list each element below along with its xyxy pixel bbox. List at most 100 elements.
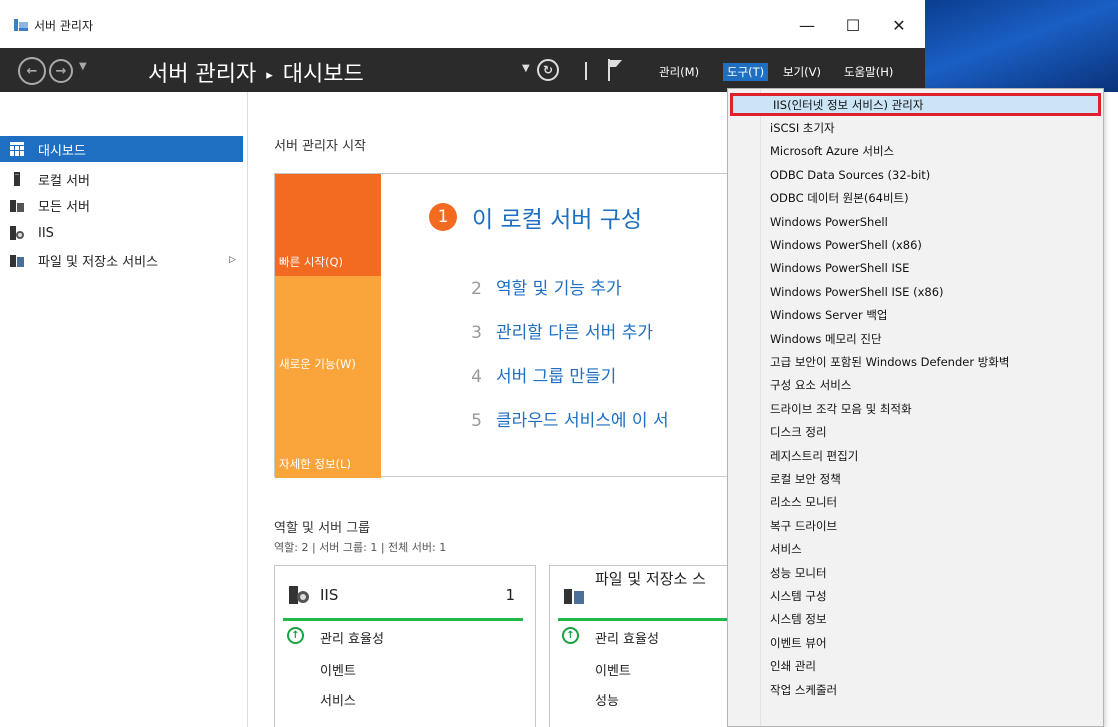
step-add-roles[interactable]: 2 역할 및 기능 추가 [468, 274, 622, 299]
notifications-flag-icon[interactable] [607, 59, 623, 81]
card-row-services[interactable]: 서비스 [320, 690, 356, 709]
card-row-performance[interactable]: 성능 [595, 690, 619, 709]
back-icon[interactable]: ← [18, 57, 46, 85]
tools-menu-item[interactable]: 레지스트리 편집기 [730, 444, 1101, 467]
breadcrumb: 서버 관리자 ▸ 대시보드 [148, 56, 364, 88]
tools-menu-item[interactable]: 드라이브 조각 모음 및 최적화 [730, 397, 1101, 420]
menu-view[interactable]: 보기(V) [779, 63, 825, 81]
servers-icon [10, 200, 24, 212]
minimize-button[interactable]: — [784, 10, 830, 40]
desktop-wallpaper [925, 0, 1118, 92]
sidebar-item-label: 모든 서버 [38, 199, 90, 215]
card-count: 1 [505, 586, 515, 604]
tile-whats-new[interactable]: 새로운 기능(W) [275, 276, 381, 378]
status-bar [558, 618, 733, 621]
sidebar-item-file-storage[interactable]: 파일 및 저장소 서비스 ▷ [0, 247, 243, 273]
tools-menu-item[interactable]: 작업 스케줄러 [730, 678, 1101, 701]
roles-summary: 역할: 2 | 서버 그룹: 1 | 전체 서버: 1 [274, 541, 447, 554]
tools-menu-item[interactable]: 시스템 정보 [730, 608, 1101, 631]
tile-learn-more[interactable]: 자세한 정보(L) [275, 378, 381, 478]
card-row-manageability[interactable]: 관리 효율성 [320, 628, 384, 647]
menu-help[interactable]: 도움말(H) [840, 63, 897, 81]
tools-menu-item[interactable]: Windows PowerShell ISE (x86) [730, 280, 1101, 303]
window-title: 서버 관리자 [34, 19, 94, 33]
card-row-manageability[interactable]: 관리 효율성 [595, 628, 659, 647]
tile-label: 자세한 정보(L) [279, 457, 351, 471]
sidebar: 대시보드 로컬 서버 모든 서버 IIS 파일 및 저장소 서비스 ▷ [0, 92, 248, 727]
step-label: 역할 및 기능 추가 [496, 279, 622, 299]
role-card-iis[interactable]: IIS 1 ↑ 관리 효율성 이벤트 서비스 [274, 565, 536, 727]
step-label: 관리할 다른 서버 추가 [496, 323, 653, 343]
tools-menu-item[interactable]: Microsoft Azure 서비스 [730, 140, 1101, 163]
server-manager-app-icon [14, 19, 28, 31]
card-title[interactable]: IIS [320, 586, 338, 604]
card-title[interactable]: 파일 및 저장소 스 [595, 570, 725, 588]
welcome-title: 서버 관리자 시작 [274, 139, 366, 154]
file-storage-icon [10, 255, 24, 267]
tools-menu-item[interactable]: 리소스 모니터 [730, 491, 1101, 514]
tools-menu-item[interactable]: iSCSI 초기자 [730, 116, 1101, 139]
menu-manage[interactable]: 관리(M) [655, 63, 703, 81]
status-ok-icon: ↑ [287, 627, 304, 644]
step-create-group[interactable]: 4 서버 그룹 만들기 [468, 362, 616, 387]
file-storage-icon [564, 589, 584, 604]
maximize-button[interactable]: ☐ [830, 10, 876, 40]
status-bar [283, 618, 523, 621]
dashboard-icon [10, 142, 24, 156]
tile-label: 새로운 기능(W) [279, 357, 356, 371]
tools-menu-item[interactable]: 고급 보안이 포함된 Windows Defender 방화벽 [730, 350, 1101, 373]
tools-menu-item[interactable]: 시스템 구성 [730, 584, 1101, 607]
tools-menu-item[interactable]: 인쇄 관리 [730, 655, 1101, 678]
tile-quick-start[interactable]: 빠른 시작(Q) [275, 174, 381, 276]
sidebar-item-local-server[interactable]: 로컬 서버 [0, 166, 243, 192]
breadcrumb-separator-icon: ▸ [266, 67, 273, 83]
tools-menu-item[interactable]: 로컬 보안 정책 [730, 467, 1101, 490]
step-label: 서버 그룹 만들기 [496, 367, 617, 387]
tools-menu-item[interactable]: Windows Server 백업 [730, 304, 1101, 327]
tools-menu-item[interactable]: Windows PowerShell [730, 210, 1101, 233]
tools-menu-item[interactable]: 복구 드라이브 [730, 514, 1101, 537]
tools-menu-item[interactable]: ODBC Data Sources (32-bit) [730, 163, 1101, 186]
tools-menu-item[interactable]: 디스크 정리 [730, 421, 1101, 444]
tools-menu-item[interactable]: IIS(인터넷 정보 서비스) 관리자 [730, 93, 1101, 116]
role-card-file-storage[interactable]: 파일 및 저장소 스 ↑ 관리 효율성 이벤트 성능 [549, 565, 734, 727]
sidebar-item-label: 로컬 서버 [38, 173, 90, 189]
server-icon [14, 172, 20, 186]
tools-menu-item[interactable]: ODBC 데이터 원본(64비트) [730, 187, 1101, 210]
sidebar-item-label: 파일 및 저장소 서비스 [38, 254, 159, 270]
step-configure-local-server[interactable]: 이 로컬 서버 구성 [472, 200, 642, 234]
card-row-events[interactable]: 이벤트 [320, 660, 356, 679]
title-bar: 서버 관리자 — ☐ ✕ [0, 0, 925, 48]
step-cloud-services[interactable]: 5 클라우드 서비스에 이 서 [468, 406, 669, 431]
tools-menu-item[interactable]: Windows PowerShell (x86) [730, 233, 1101, 256]
tools-menu-item[interactable]: 이벤트 뷰어 [730, 631, 1101, 654]
step-add-servers[interactable]: 3 관리할 다른 서버 추가 [468, 318, 653, 343]
sidebar-item-all-servers[interactable]: 모든 서버 [0, 192, 243, 218]
tools-menu-item[interactable]: 서비스 [730, 538, 1101, 561]
refresh-dropdown-icon[interactable]: ▼ [522, 63, 530, 74]
iis-icon [289, 586, 309, 604]
step-number: 3 [471, 323, 482, 343]
step-number: 5 [471, 411, 482, 431]
step-label: 클라우드 서비스에 이 서 [496, 411, 669, 431]
menu-tools[interactable]: 도구(T) [723, 63, 769, 81]
expand-arrow-icon[interactable]: ▷ [229, 255, 236, 265]
roles-section-title: 역할 및 서버 그룹 [274, 521, 371, 536]
tools-menu-item[interactable]: 구성 요소 서비스 [730, 374, 1101, 397]
breadcrumb-root[interactable]: 서버 관리자 [148, 62, 256, 87]
step-number: 4 [471, 367, 482, 387]
tile-label: 빠른 시작(Q) [279, 255, 343, 269]
tools-menu-item[interactable]: Windows PowerShell ISE [730, 257, 1101, 280]
forward-icon[interactable]: → [49, 59, 73, 83]
sidebar-item-iis[interactable]: IIS [0, 220, 243, 246]
tools-menu-item[interactable]: 성능 모니터 [730, 561, 1101, 584]
card-row-events[interactable]: 이벤트 [595, 660, 631, 679]
refresh-icon[interactable]: ↻ [537, 59, 559, 81]
tools-menu-item[interactable]: Windows 메모리 진단 [730, 327, 1101, 350]
sidebar-item-dashboard[interactable]: 대시보드 [0, 136, 243, 162]
nav-history-dropdown-icon[interactable]: ▼ [79, 61, 87, 72]
step-number: 2 [471, 279, 482, 299]
step-1-number: 1 [429, 203, 457, 231]
close-button[interactable]: ✕ [876, 10, 922, 40]
sidebar-item-label: IIS [38, 225, 54, 241]
